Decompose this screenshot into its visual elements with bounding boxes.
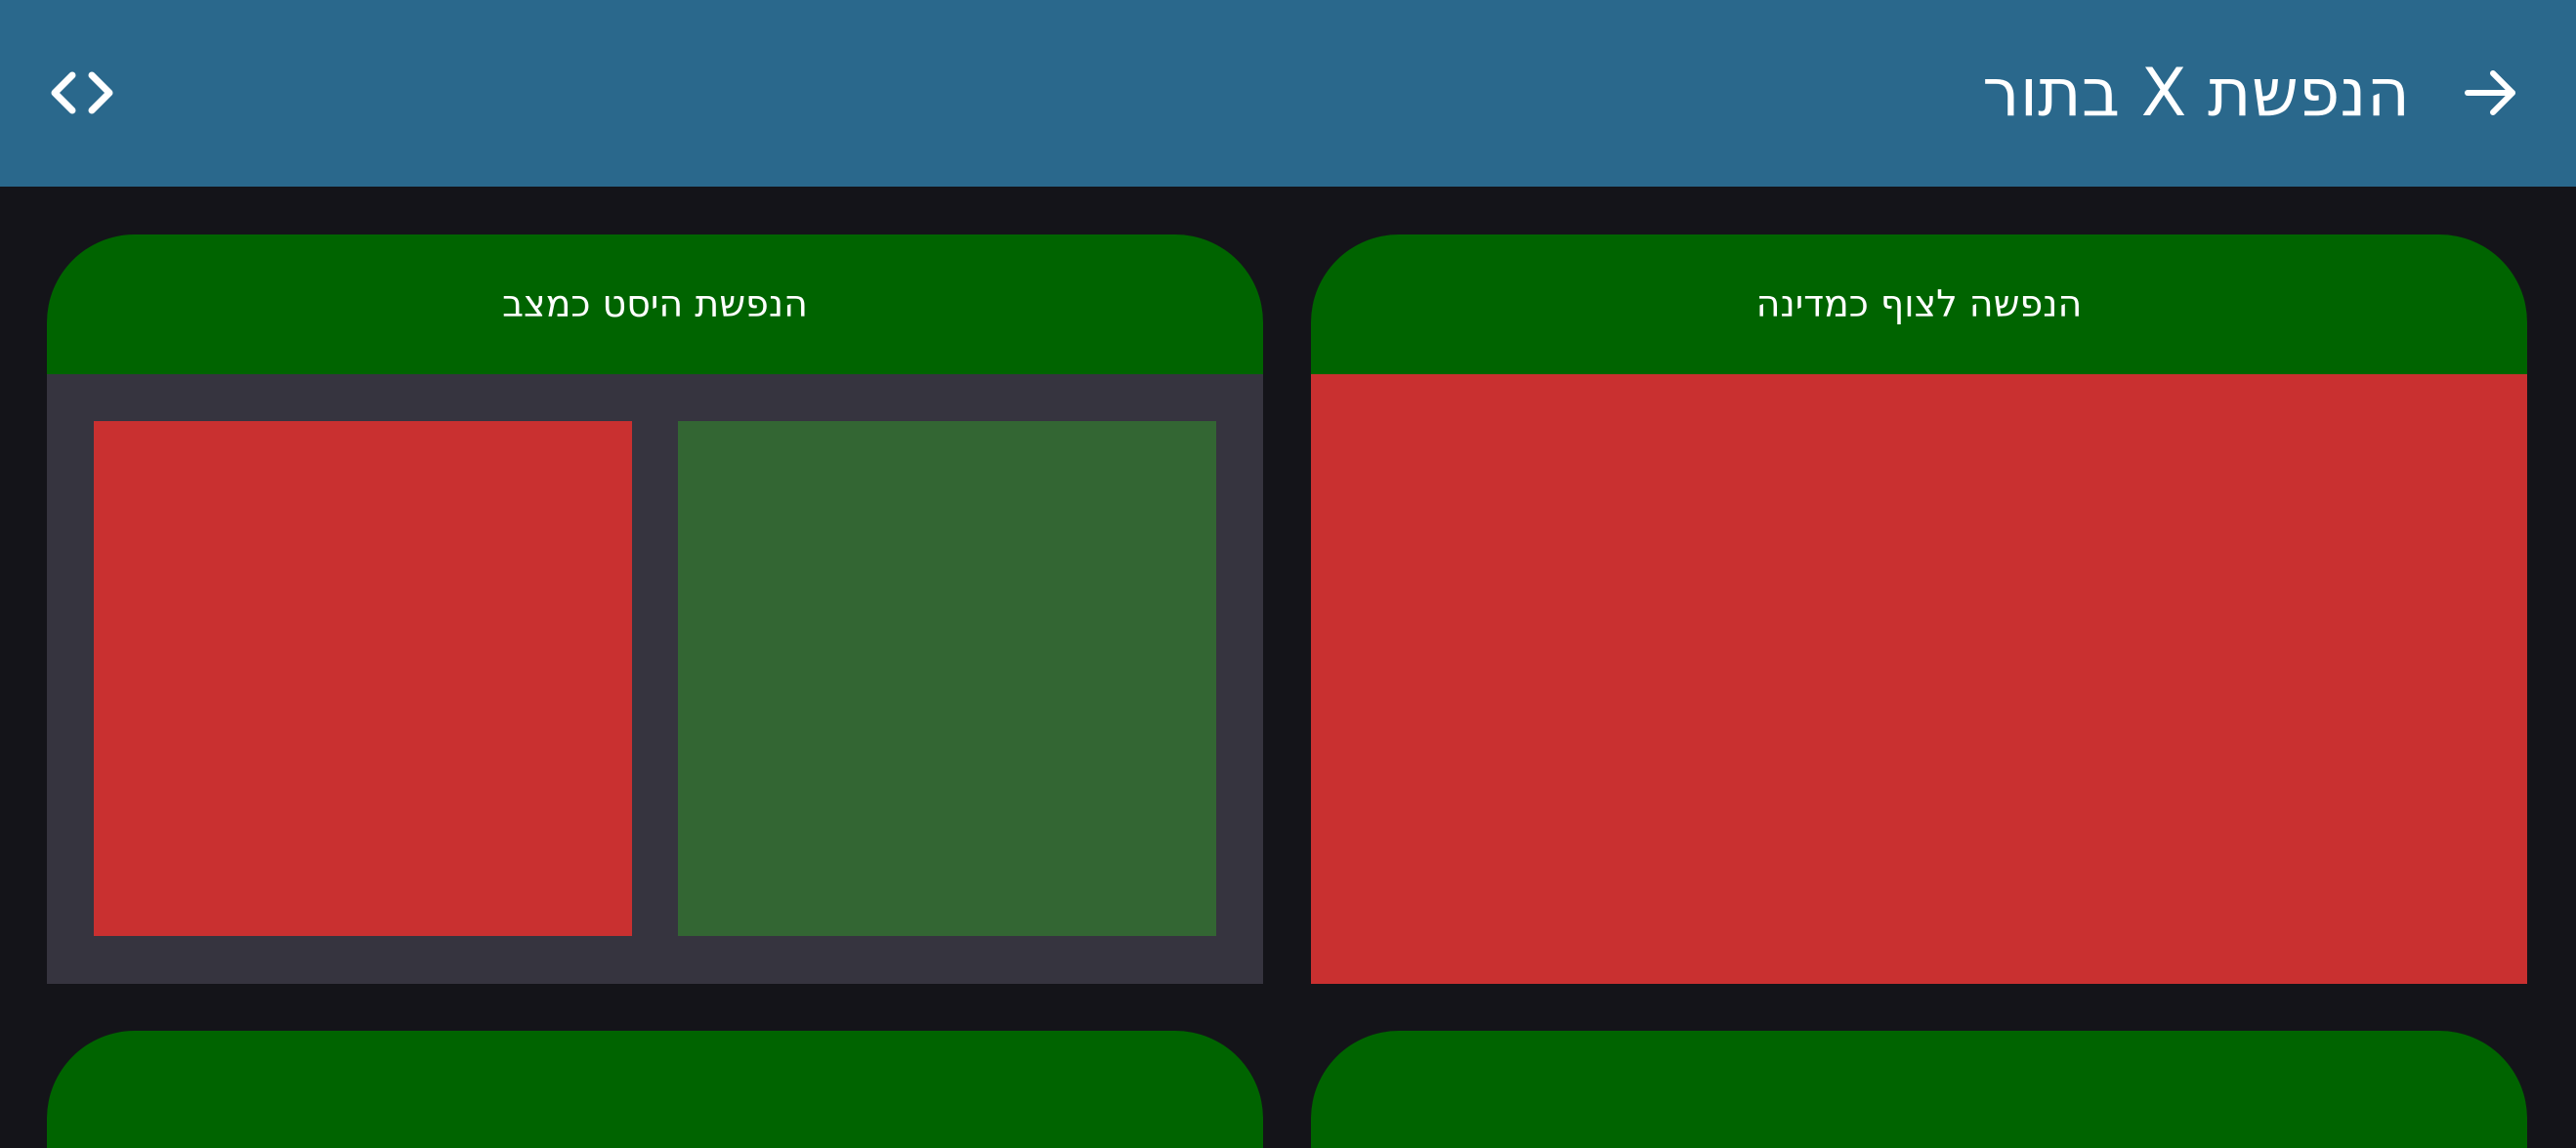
animated-red-box[interactable] <box>94 421 632 936</box>
card-float-as-state: הנפשה לצוף כמדינה <box>1311 234 2527 984</box>
arrow-right-icon[interactable] <box>2464 65 2518 120</box>
card-header[interactable]: הנפשה לצוף כמדינה <box>1311 234 2527 374</box>
animated-red-box[interactable] <box>1311 374 2527 984</box>
code-brackets-icon[interactable] <box>49 64 115 122</box>
next-card-header[interactable] <box>47 1031 1263 1148</box>
card-body <box>47 374 1263 984</box>
animated-green-box[interactable] <box>678 421 1216 936</box>
next-card-header[interactable] <box>1311 1031 2527 1148</box>
card-offset-as-state: הנפשת היסט כמצב <box>47 234 1263 984</box>
page-title: הנפשת X בתור <box>1982 55 2410 132</box>
card-header[interactable]: הנפשת היסט כמצב <box>47 234 1263 374</box>
app-bar: הנפשת X בתור <box>0 0 2576 187</box>
